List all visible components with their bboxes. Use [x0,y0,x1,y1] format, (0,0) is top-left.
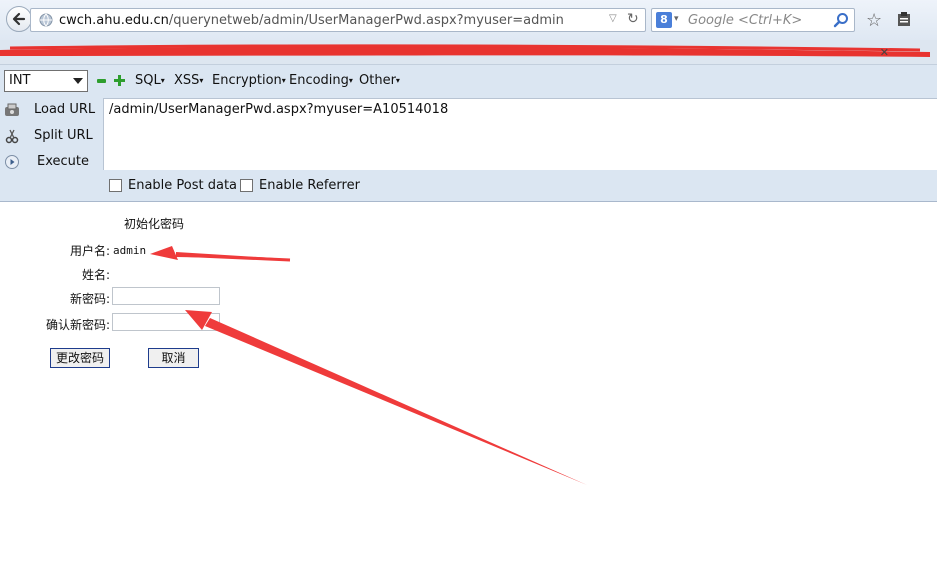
hackbar-toolbar: INT SQL▾ XSS▾ Encryption▾ Encoding▾ Othe… [0,65,937,98]
search-icon[interactable] [833,12,849,28]
execute-label: Execute [37,154,89,169]
menu-caret-icon: ▾ [199,76,204,85]
new-password-label: 新密码: [69,292,110,306]
confirm-password-input[interactable] [112,313,220,331]
cancel-button[interactable]: 取消 [148,348,199,368]
split-url-label: Split URL [34,128,93,143]
menu-encryption[interactable]: Encryption▾ [212,73,286,88]
bookmarks-bar [0,40,937,65]
menu-caret-icon: ▾ [348,76,353,85]
split-url-button[interactable]: Split URL [0,124,103,148]
type-select-value: INT [9,73,31,88]
back-arrow-icon [12,12,26,26]
browser-toolbar: cwch.ahu.edu.cn/querynetweb/admin/UserMa… [0,0,937,41]
hackbar-url-value: /admin/UserManagerPwd.aspx?myuser=A10514… [109,102,449,117]
menu-caret-icon: ▾ [160,76,165,85]
menu-encryption-label: Encryption [212,73,282,88]
hackbar-panel: INT SQL▾ XSS▾ Encryption▾ Encoding▾ Othe… [0,65,937,202]
arrow-to-username [150,246,291,262]
clipboard-icon[interactable] [896,11,912,27]
arrow-to-password-fields [185,310,587,485]
menu-other-label: Other [359,73,396,88]
menu-encoding-label: Encoding [289,73,349,88]
bookmark-star-icon[interactable]: ☆ [866,10,882,31]
url-dropdown-icon[interactable]: ▽ [609,13,617,24]
decrement-icon[interactable] [97,79,106,83]
chevron-down-icon [73,78,83,84]
globe-icon [39,13,53,27]
increment-icon[interactable] [114,75,125,86]
back-button[interactable] [6,6,32,32]
close-icon[interactable]: ✕ [880,46,889,59]
search-engine-dropdown-icon[interactable]: ▾ [674,14,679,24]
menu-sql-label: SQL [135,73,161,88]
menu-other[interactable]: Other▾ [359,73,400,88]
menu-caret-icon: ▾ [281,76,286,85]
enable-referrer-checkbox[interactable] [240,179,253,192]
enable-post-label: Enable Post data [128,178,238,193]
load-url-icon [5,103,19,116]
play-icon [5,155,19,169]
search-bar[interactable]: 8 ▾ Google <Ctrl+K> [651,8,855,32]
execute-button[interactable]: Execute [0,150,103,174]
name-label: 姓名: [81,268,110,282]
load-url-label: Load URL [34,102,96,117]
new-password-input[interactable] [112,287,220,305]
scissors-icon [5,129,19,144]
enable-post-checkbox[interactable] [109,179,122,192]
url-path: /querynetweb/admin/UserManagerPwd.aspx?m… [168,13,564,28]
redaction-scribble [0,44,930,57]
menu-caret-icon: ▾ [395,76,400,85]
url-bar[interactable]: cwch.ahu.edu.cn/querynetweb/admin/UserMa… [30,8,646,32]
load-url-button[interactable]: Load URL [0,98,103,122]
enable-referrer-label: Enable Referrer [259,178,360,193]
type-select[interactable]: INT [4,70,88,92]
menu-sql[interactable]: SQL▾ [135,73,165,88]
url-text[interactable]: cwch.ahu.edu.cn/querynetweb/admin/UserMa… [59,13,564,28]
search-engine-icon[interactable]: 8 [656,12,672,28]
search-placeholder: Google <Ctrl+K> [688,13,803,28]
menu-xss[interactable]: XSS▾ [174,73,203,88]
page-title: 初始化密码 [124,217,185,231]
hackbar-url-textarea[interactable]: /admin/UserManagerPwd.aspx?myuser=A10514… [103,98,937,170]
hackbar-actions: Load URL Split URL Execute [0,98,103,178]
menu-encoding[interactable]: Encoding▾ [289,73,353,88]
confirm-password-label: 确认新密码: [45,318,110,332]
url-host: cwch.ahu.edu.cn [59,13,169,28]
username-label: 用户名: [69,244,110,258]
reload-icon[interactable]: ↻ [627,11,639,27]
menu-xss-label: XSS [174,73,200,88]
change-password-button[interactable]: 更改密码 [50,348,110,368]
username-value: admin [113,244,147,257]
